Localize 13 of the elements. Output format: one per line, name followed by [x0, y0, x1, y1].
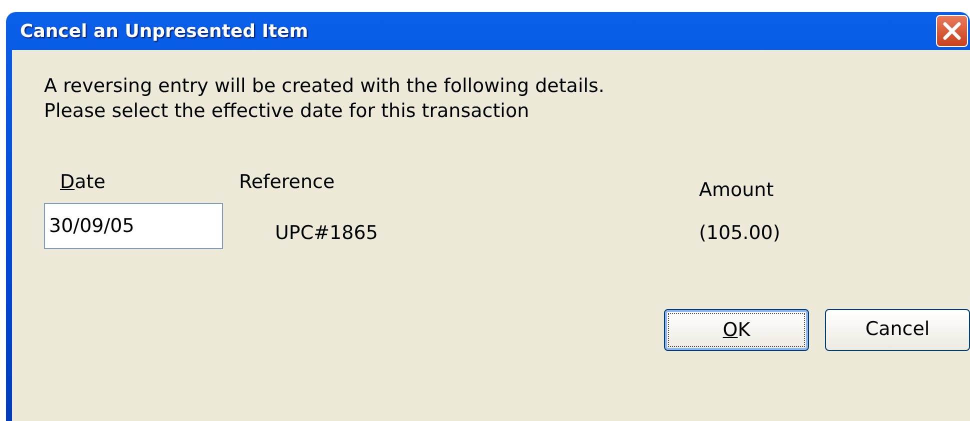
close-icon — [942, 21, 962, 41]
ok-button[interactable]: OK — [664, 308, 809, 350]
amount-value: (105.00) — [699, 220, 782, 246]
message-text: Please select the effective date for this transaction — [44, 99, 530, 124]
date-label: Date — [60, 170, 106, 195]
date-field[interactable]: 30/09/05 — [44, 202, 223, 248]
window-title: Cancel an Unpresented Item — [20, 20, 308, 44]
message-text: A reversing entry will be created with the following details. — [44, 74, 606, 99]
reference-label: Reference — [239, 170, 336, 195]
close-button[interactable] — [936, 15, 968, 47]
cancel-button[interactable]: Cancel — [825, 308, 970, 350]
reference-value: UPC#1865 — [275, 220, 378, 246]
amount-label: Amount — [699, 178, 775, 203]
